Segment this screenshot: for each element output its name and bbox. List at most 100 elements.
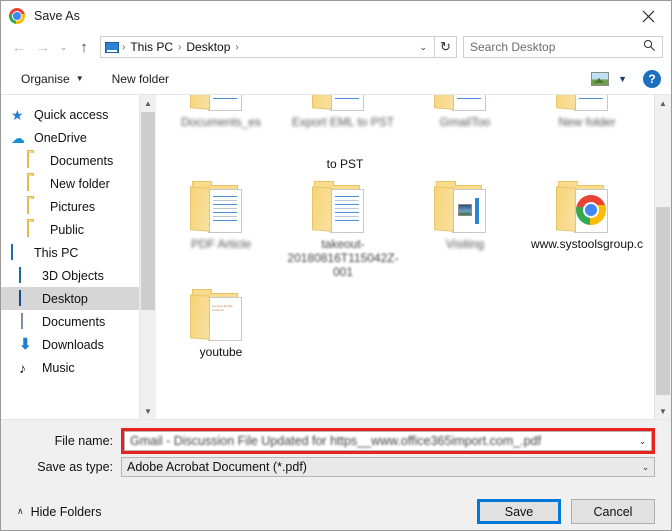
file-label-overflow-row: to PST [160,157,650,175]
folder-icon [310,179,376,235]
sidebar-item-label: Downloads [42,337,104,352]
star-icon: ★ [11,106,24,123]
file-item[interactable]: Documents_es [160,95,282,157]
sidebar-item-3d-objects[interactable]: 3D Objects [1,264,139,287]
chevron-down-icon: ▼ [75,74,84,83]
new-folder-label: New folder [111,71,169,86]
scroll-up-icon[interactable]: ▲ [655,95,671,111]
save-form: File name: Gmail - Discussion File Updat… [1,420,671,486]
sidebar-item-documents[interactable]: Documents [1,310,139,333]
navigation-tree: ★ Quick access ☁ OneDrive Documents New … [1,95,139,419]
sidebar-item-label: Desktop [42,291,88,306]
navigation-bar: ← → ⌄ ↑ › This PC › Desktop › ⌄ ↻ Search… [1,31,671,63]
save-as-type-row: Save as type: Adobe Acrobat Document (*.… [17,454,655,480]
change-view-icon[interactable] [591,71,610,86]
file-item[interactable]: Export EML to PST [282,95,404,157]
file-label: GmailToo [439,115,491,129]
scroll-down-icon[interactable]: ▼ [140,403,156,419]
document-icon [19,312,36,330]
file-list[interactable]: Documents_es Export EML to PST GmailToo [156,95,654,419]
view-chevron-down-icon[interactable]: ▼ [618,74,627,84]
sidebar-item-quick-access[interactable]: ★ Quick access [1,103,139,126]
close-icon[interactable] [625,1,671,31]
file-label: takeout-20180816T115042Z-001 [287,237,399,279]
sidebar-item-onedrive-pictures[interactable]: Pictures [1,195,139,218]
breadcrumb-desktop[interactable]: Desktop [184,40,232,54]
sidebar-item-label: OneDrive [34,130,87,145]
file-label: www.systoolsgroup.c [530,237,644,251]
folder-icon: Account Emails Contents [188,287,254,343]
sidebar-item-onedrive[interactable]: ☁ OneDrive [1,126,139,149]
command-toolbar: Organise ▼ New folder ▼ ? [1,63,671,95]
recent-locations-icon[interactable]: ⌄ [55,35,72,59]
sidebar-item-label: Public [50,222,85,237]
up-icon[interactable]: ↑ [72,35,96,59]
file-item[interactable]: GmailToo [404,95,526,157]
folder-icon [27,220,44,238]
file-label: Export EML to PST [291,115,395,129]
tree-scrollbar-thumb[interactable] [141,112,155,310]
organise-label: Organise [21,71,70,86]
forward-icon[interactable]: → [31,35,55,59]
sidebar-item-this-pc[interactable]: This PC [1,241,139,264]
file-item[interactable]: Visiting [404,175,526,279]
dialog-content: ★ Quick access ☁ OneDrive Documents New … [1,95,671,420]
file-name-highlight: Gmail - Discussion File Updated for http… [121,428,655,454]
sidebar-item-onedrive-documents[interactable]: Documents [1,149,139,172]
chrome-icon [576,195,606,225]
sidebar-item-label: Documents [50,153,114,168]
sidebar-item-label: Quick access [34,107,109,122]
address-bar[interactable]: › This PC › Desktop › ⌄ [100,36,435,58]
back-icon[interactable]: ← [7,35,31,59]
file-item[interactable]: takeout-20180816T115042Z-001 [282,175,404,279]
cancel-button[interactable]: Cancel [571,499,655,524]
breadcrumb-this-pc[interactable]: This PC [128,40,175,54]
hide-folders-label: Hide Folders [30,504,102,519]
file-item[interactable]: www.systoolsgroup.c [526,175,648,279]
file-list-scrollbar-thumb[interactable] [656,207,670,395]
folder-icon [554,179,620,235]
file-list-scrollbar[interactable]: ▲ ▼ [654,95,671,419]
file-label: PDF Article [190,237,251,251]
save-as-type-select[interactable]: Adobe Acrobat Document (*.pdf) ⌄ [121,457,655,477]
new-folder-button[interactable]: New folder [106,69,175,89]
download-icon: ⬇ [19,335,32,353]
scroll-down-icon[interactable]: ▼ [655,403,671,419]
refresh-icon[interactable]: ↻ [435,36,457,58]
folder-icon [188,179,254,235]
sidebar-item-label: New folder [50,176,110,191]
address-dropdown-icon[interactable]: ⌄ [414,42,432,53]
sidebar-item-onedrive-public[interactable]: Public [1,218,139,241]
hide-folders-button[interactable]: ∧ Hide Folders [17,505,101,519]
window-title: Save As [34,9,80,23]
chevron-down-icon[interactable]: ⌄ [634,436,651,447]
search-input[interactable]: Search Desktop [463,36,663,58]
tree-scrollbar[interactable]: ▲ ▼ [139,95,156,419]
file-item[interactable]: PDF Article [160,175,282,279]
folder-icon [310,95,376,113]
folder-icon [188,95,254,113]
scroll-up-icon[interactable]: ▲ [140,95,156,111]
folder-icon [27,174,44,192]
sidebar-item-music[interactable]: ♪ Music [1,356,139,379]
sidebar-item-onedrive-new-folder[interactable]: New folder [1,172,139,195]
dialog-footer: ∧ Hide Folders Save Cancel [1,486,671,530]
file-name-input[interactable]: Gmail - Discussion File Updated for http… [124,431,652,451]
save-as-type-wrap: Adobe Acrobat Document (*.pdf) ⌄ [121,457,655,477]
monitor-icon [11,243,28,261]
desktop-icon [19,289,36,307]
file-name-row: File name: Gmail - Discussion File Updat… [17,428,655,454]
file-item[interactable]: Account Emails Contents youtube [160,279,282,359]
organise-button[interactable]: Organise ▼ [15,69,90,89]
file-item[interactable]: New folder [526,95,648,157]
sidebar-item-desktop[interactable]: Desktop [1,287,139,310]
save-button[interactable]: Save [477,499,561,524]
this-pc-icon [105,41,119,53]
folder-icon [27,151,44,169]
help-icon[interactable]: ? [643,69,661,88]
file-label: Documents_es [180,115,262,129]
cloud-icon: ☁ [11,129,25,146]
save-as-type-value: Adobe Acrobat Document (*.pdf) [127,460,307,474]
sidebar-item-downloads[interactable]: ⬇ Downloads [1,333,139,356]
chevron-down-icon[interactable]: ⌄ [637,462,654,473]
